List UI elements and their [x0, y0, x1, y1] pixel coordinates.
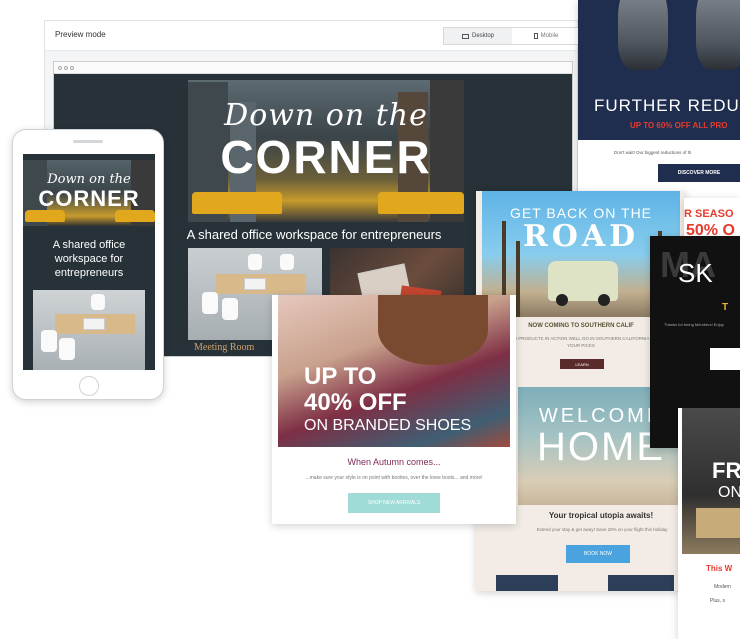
- discover-more-button[interactable]: DISCOVER MORE: [658, 164, 740, 182]
- autumn-body-text: ...make sure your style is on point with…: [305, 475, 483, 481]
- device-toggle: Desktop Mobile: [443, 27, 579, 45]
- thumbnail-image: [496, 575, 558, 591]
- desktop-toggle-label: Desktop: [471, 33, 494, 39]
- mobile-email-screen[interactable]: Down on the CORNER A shared office works…: [23, 154, 155, 370]
- learn-button[interactable]: LEARN: [560, 359, 604, 369]
- corner-hero-image: Down on the CORNER: [188, 80, 464, 222]
- free-hero-image: FRE ON: [682, 408, 740, 554]
- further-body-text: Don't wait! Our biggest reductions of th: [614, 150, 692, 155]
- desktop-toggle-button[interactable]: Desktop: [444, 28, 512, 44]
- further-subtitle: UP TO 60% OFF ALL PRO: [630, 121, 728, 130]
- black-body-text: Thanks for being Members! Enjoy: [664, 322, 724, 327]
- hero-headline: CORNER: [220, 131, 432, 183]
- mobile-preview-phone: Down on the CORNER A shared office works…: [12, 129, 164, 400]
- free-body-text: Modern: [714, 584, 731, 590]
- meeting-room-caption: Meeting Room: [194, 342, 255, 353]
- branded-shoes-text: ON BRANDED SHOES: [304, 417, 472, 434]
- thumbnail-image: [608, 575, 674, 591]
- mobile-script-text: Down on the: [47, 172, 131, 187]
- preview-toolbar: Preview mode Desktop Mobile: [45, 21, 579, 51]
- window-dot-icon: [70, 66, 74, 70]
- mobile-icon: [533, 33, 538, 39]
- phone-speaker: [73, 140, 103, 143]
- free-subtitle: This W: [706, 564, 733, 573]
- mobile-toggle-label: Mobile: [540, 33, 559, 39]
- window-dot-icon: [64, 66, 68, 70]
- van-image: [548, 261, 618, 306]
- further-reductions-email[interactable]: FURTHER REDUC UP TO 60% OFF ALL PRO Don'…: [578, 0, 740, 200]
- hero-script-text: Down on the: [224, 98, 428, 133]
- mobile-toggle-button[interactable]: Mobile: [512, 28, 580, 44]
- black-cta-button[interactable]: [710, 348, 740, 370]
- branded-shoes-email[interactable]: UP TO 40% OFF ON BRANDED SHOES When Autu…: [272, 295, 516, 524]
- phone-home-button[interactable]: [79, 376, 99, 396]
- black-accent-text: T: [722, 302, 729, 313]
- tropical-body-text: Extend your stay & get away! Save 20% on…: [536, 527, 668, 532]
- mobile-meeting-photo: [33, 290, 145, 370]
- desktop-icon: [461, 33, 469, 39]
- road-body-text: NEWER PRODUCTS IN ACTION WELL GO IN SOUT…: [500, 336, 662, 348]
- mobile-hero-image: Down on the CORNER: [23, 160, 155, 226]
- tropical-title: Your tropical utopia awaits!: [548, 511, 654, 520]
- autumn-title: When Autumn comes...: [347, 457, 441, 467]
- preview-mode-label: Preview mode: [55, 30, 106, 39]
- browser-chrome: [54, 62, 572, 74]
- further-title: FURTHER REDUC: [594, 96, 740, 115]
- season-headline: R SEASO: [684, 208, 734, 220]
- free-headline: FRE: [712, 458, 740, 483]
- mobile-headline: CORNER: [38, 186, 140, 211]
- black-headline: SK: [678, 258, 713, 288]
- discount-text: 40% OFF: [304, 389, 407, 416]
- shop-new-arrivals-button[interactable]: SHOP NEW ARRIVALS: [348, 493, 440, 513]
- mobile-tagline: A shared office workspace for entreprene…: [52, 239, 126, 279]
- window-dot-icon: [58, 66, 62, 70]
- autumn-model-image: UP TO 40% OFF ON BRANDED SHOES: [278, 295, 510, 447]
- book-now-button[interactable]: BOOK NOW: [566, 545, 630, 563]
- free-body-text-2: Plus, s: [710, 598, 726, 604]
- up-to-text: UP TO: [304, 363, 377, 390]
- shoes-photo: FURTHER REDUC UP TO 60% OFF ALL PRO: [578, 0, 740, 140]
- free-offer-email[interactable]: FRE ON This W Modern Plus, s: [678, 408, 740, 639]
- free-headline-2: ON: [718, 484, 740, 501]
